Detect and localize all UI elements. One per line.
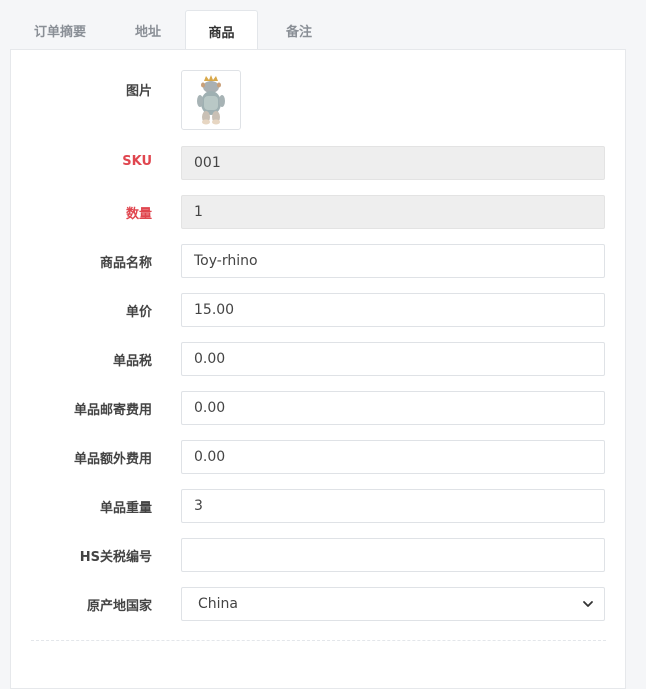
sku-field[interactable]: 001 [181, 146, 605, 180]
sku-label: SKU [122, 154, 152, 169]
tab-address[interactable]: 地址 [110, 10, 186, 50]
origin-country-value: China [198, 596, 238, 612]
unit-weight-field[interactable]: 3 [181, 489, 605, 523]
quantity-field[interactable]: 1 [181, 195, 605, 229]
unit-extra-label: 单品额外费用 [73, 452, 152, 467]
tab-bar: 订单摘要 地址 商品 备注 [0, 0, 646, 51]
unit-extra-field[interactable]: 0.00 [181, 440, 605, 474]
product-name-label: 商品名称 [99, 256, 152, 271]
unit-price-field[interactable]: 15.00 [181, 293, 605, 327]
section-divider [31, 640, 606, 641]
tab-notes[interactable]: 备注 [258, 10, 340, 50]
unit-weight-label: 单品重量 [99, 501, 152, 516]
unit-tax-label: 单品税 [112, 354, 152, 369]
unit-shipping-field[interactable]: 0.00 [181, 391, 605, 425]
unit-shipping-label: 单品邮寄费用 [73, 403, 152, 418]
toy-rhino-image [197, 75, 225, 125]
product-thumbnail[interactable] [181, 70, 241, 130]
unit-price-label: 单价 [125, 305, 152, 320]
product-name-field[interactable]: Toy-rhino [181, 244, 605, 278]
hs-code-label: HS关税编号 [79, 550, 152, 565]
origin-country-label: 原产地国家 [86, 599, 152, 614]
product-form-panel: 图片 SKU 001 数量 1 商品名称 Toy-rhino 单价 15.00 … [10, 49, 626, 689]
tab-order-summary[interactable]: 订单摘要 [10, 10, 110, 50]
hs-code-field[interactable] [181, 538, 605, 572]
tab-products[interactable]: 商品 [185, 10, 258, 51]
origin-country-select[interactable]: China [181, 587, 605, 621]
picture-label: 图片 [125, 84, 152, 99]
quantity-label: 数量 [125, 207, 152, 222]
unit-tax-field[interactable]: 0.00 [181, 342, 605, 376]
chevron-down-icon [583, 601, 593, 607]
